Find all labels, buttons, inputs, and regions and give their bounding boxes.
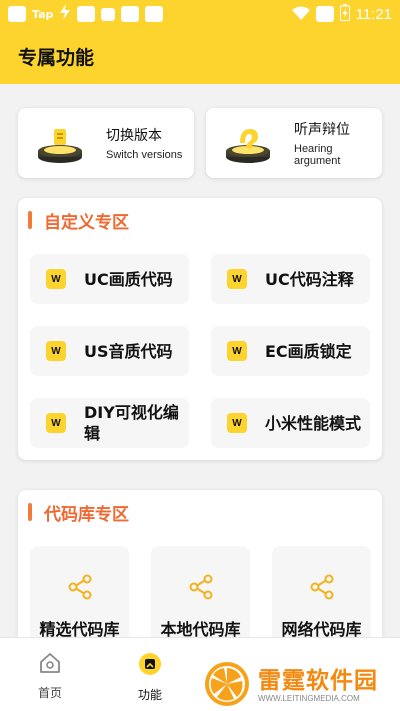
uc-code-notes-button[interactable]: W UC代码注释 xyxy=(211,254,370,304)
watermark-url: WWW.LEITINGMEDIA.COM xyxy=(258,694,360,703)
section-accent-bar xyxy=(28,503,32,521)
version-switch-icon xyxy=(34,121,90,165)
hearing-icon xyxy=(222,121,278,165)
wifi-icon xyxy=(291,5,310,24)
notification-icon xyxy=(145,6,164,22)
watermark-logo: 雷霆软件园 WWW.LEITINGMEDIA.COM xyxy=(204,660,400,711)
battery-icon xyxy=(339,3,350,25)
button-label: DIY可视化编辑 xyxy=(84,403,179,443)
header: 专属功能 xyxy=(0,28,400,84)
section-title: 代码库专区 xyxy=(44,504,129,525)
uc-quality-code-button[interactable]: W UC画质代码 xyxy=(30,254,189,304)
share-icon xyxy=(68,574,92,604)
hearing-argument-card[interactable]: 听声辩位 Hearing argument xyxy=(206,108,382,178)
home-icon xyxy=(39,652,61,678)
tap-app-label: Tap xyxy=(32,7,54,21)
custom-section: 自定义专区 W UC画质代码 W UC代码注释 W US音质代码 W EC画质锁… xyxy=(18,198,382,460)
card-subtitle: Hearing argument xyxy=(294,143,341,167)
nav-item-function[interactable]: 功能 xyxy=(120,652,180,703)
section-header: 自定义专区 xyxy=(18,198,382,242)
button-label: US音质代码 xyxy=(84,341,173,361)
section-header: 代码库专区 xyxy=(18,490,382,534)
button-label: UC代码注释 xyxy=(265,269,354,289)
button-label: EC画质锁定 xyxy=(265,341,352,361)
section-accent-bar xyxy=(28,211,32,229)
w-icon: W xyxy=(227,413,247,433)
w-icon: W xyxy=(227,269,247,289)
lightning-icon xyxy=(59,4,71,24)
page-title: 专属功能 xyxy=(18,46,95,69)
diy-visual-edit-button[interactable]: W DIY可视化编辑 xyxy=(30,398,189,448)
nav-label: 首页 xyxy=(37,686,62,700)
notification-icon xyxy=(121,6,140,22)
notification-icon xyxy=(8,6,26,22)
status-bar: Tap 11:21 xyxy=(0,0,400,28)
button-label: 小米性能模式 xyxy=(265,413,362,433)
w-icon: W xyxy=(46,269,66,289)
card-title: 听声辩位 xyxy=(294,122,350,138)
share-icon xyxy=(310,574,334,604)
switch-version-card[interactable]: 切换版本 Switch versions xyxy=(18,108,194,178)
card-subtitle: Switch versions xyxy=(106,149,183,161)
library-section: 代码库专区 精选代码库 本地代码库 网络代码库 xyxy=(18,490,382,656)
us-sound-code-button[interactable]: W US音质代码 xyxy=(30,326,189,376)
button-label: UC画质代码 xyxy=(84,269,173,289)
function-icon xyxy=(138,652,162,680)
share-icon xyxy=(189,574,213,604)
clock: 11:21 xyxy=(355,5,392,23)
nav-item-home[interactable]: 首页 xyxy=(20,652,80,701)
nav-label: 功能 xyxy=(137,688,162,702)
w-icon: W xyxy=(46,341,66,361)
w-icon: W xyxy=(227,341,247,361)
orange-slice-icon xyxy=(204,661,250,711)
section-title: 自定义专区 xyxy=(44,212,129,233)
notification-icon xyxy=(77,6,96,22)
notification-icon xyxy=(101,7,116,21)
w-icon: W xyxy=(46,413,66,433)
ec-quality-lock-button[interactable]: W EC画质锁定 xyxy=(211,326,370,376)
xiaomi-performance-mode-button[interactable]: W 小米性能模式 xyxy=(211,398,370,448)
notification-icon xyxy=(315,6,334,22)
card-title: 切换版本 xyxy=(106,128,162,144)
watermark-brand: 雷霆软件园 xyxy=(258,668,378,694)
